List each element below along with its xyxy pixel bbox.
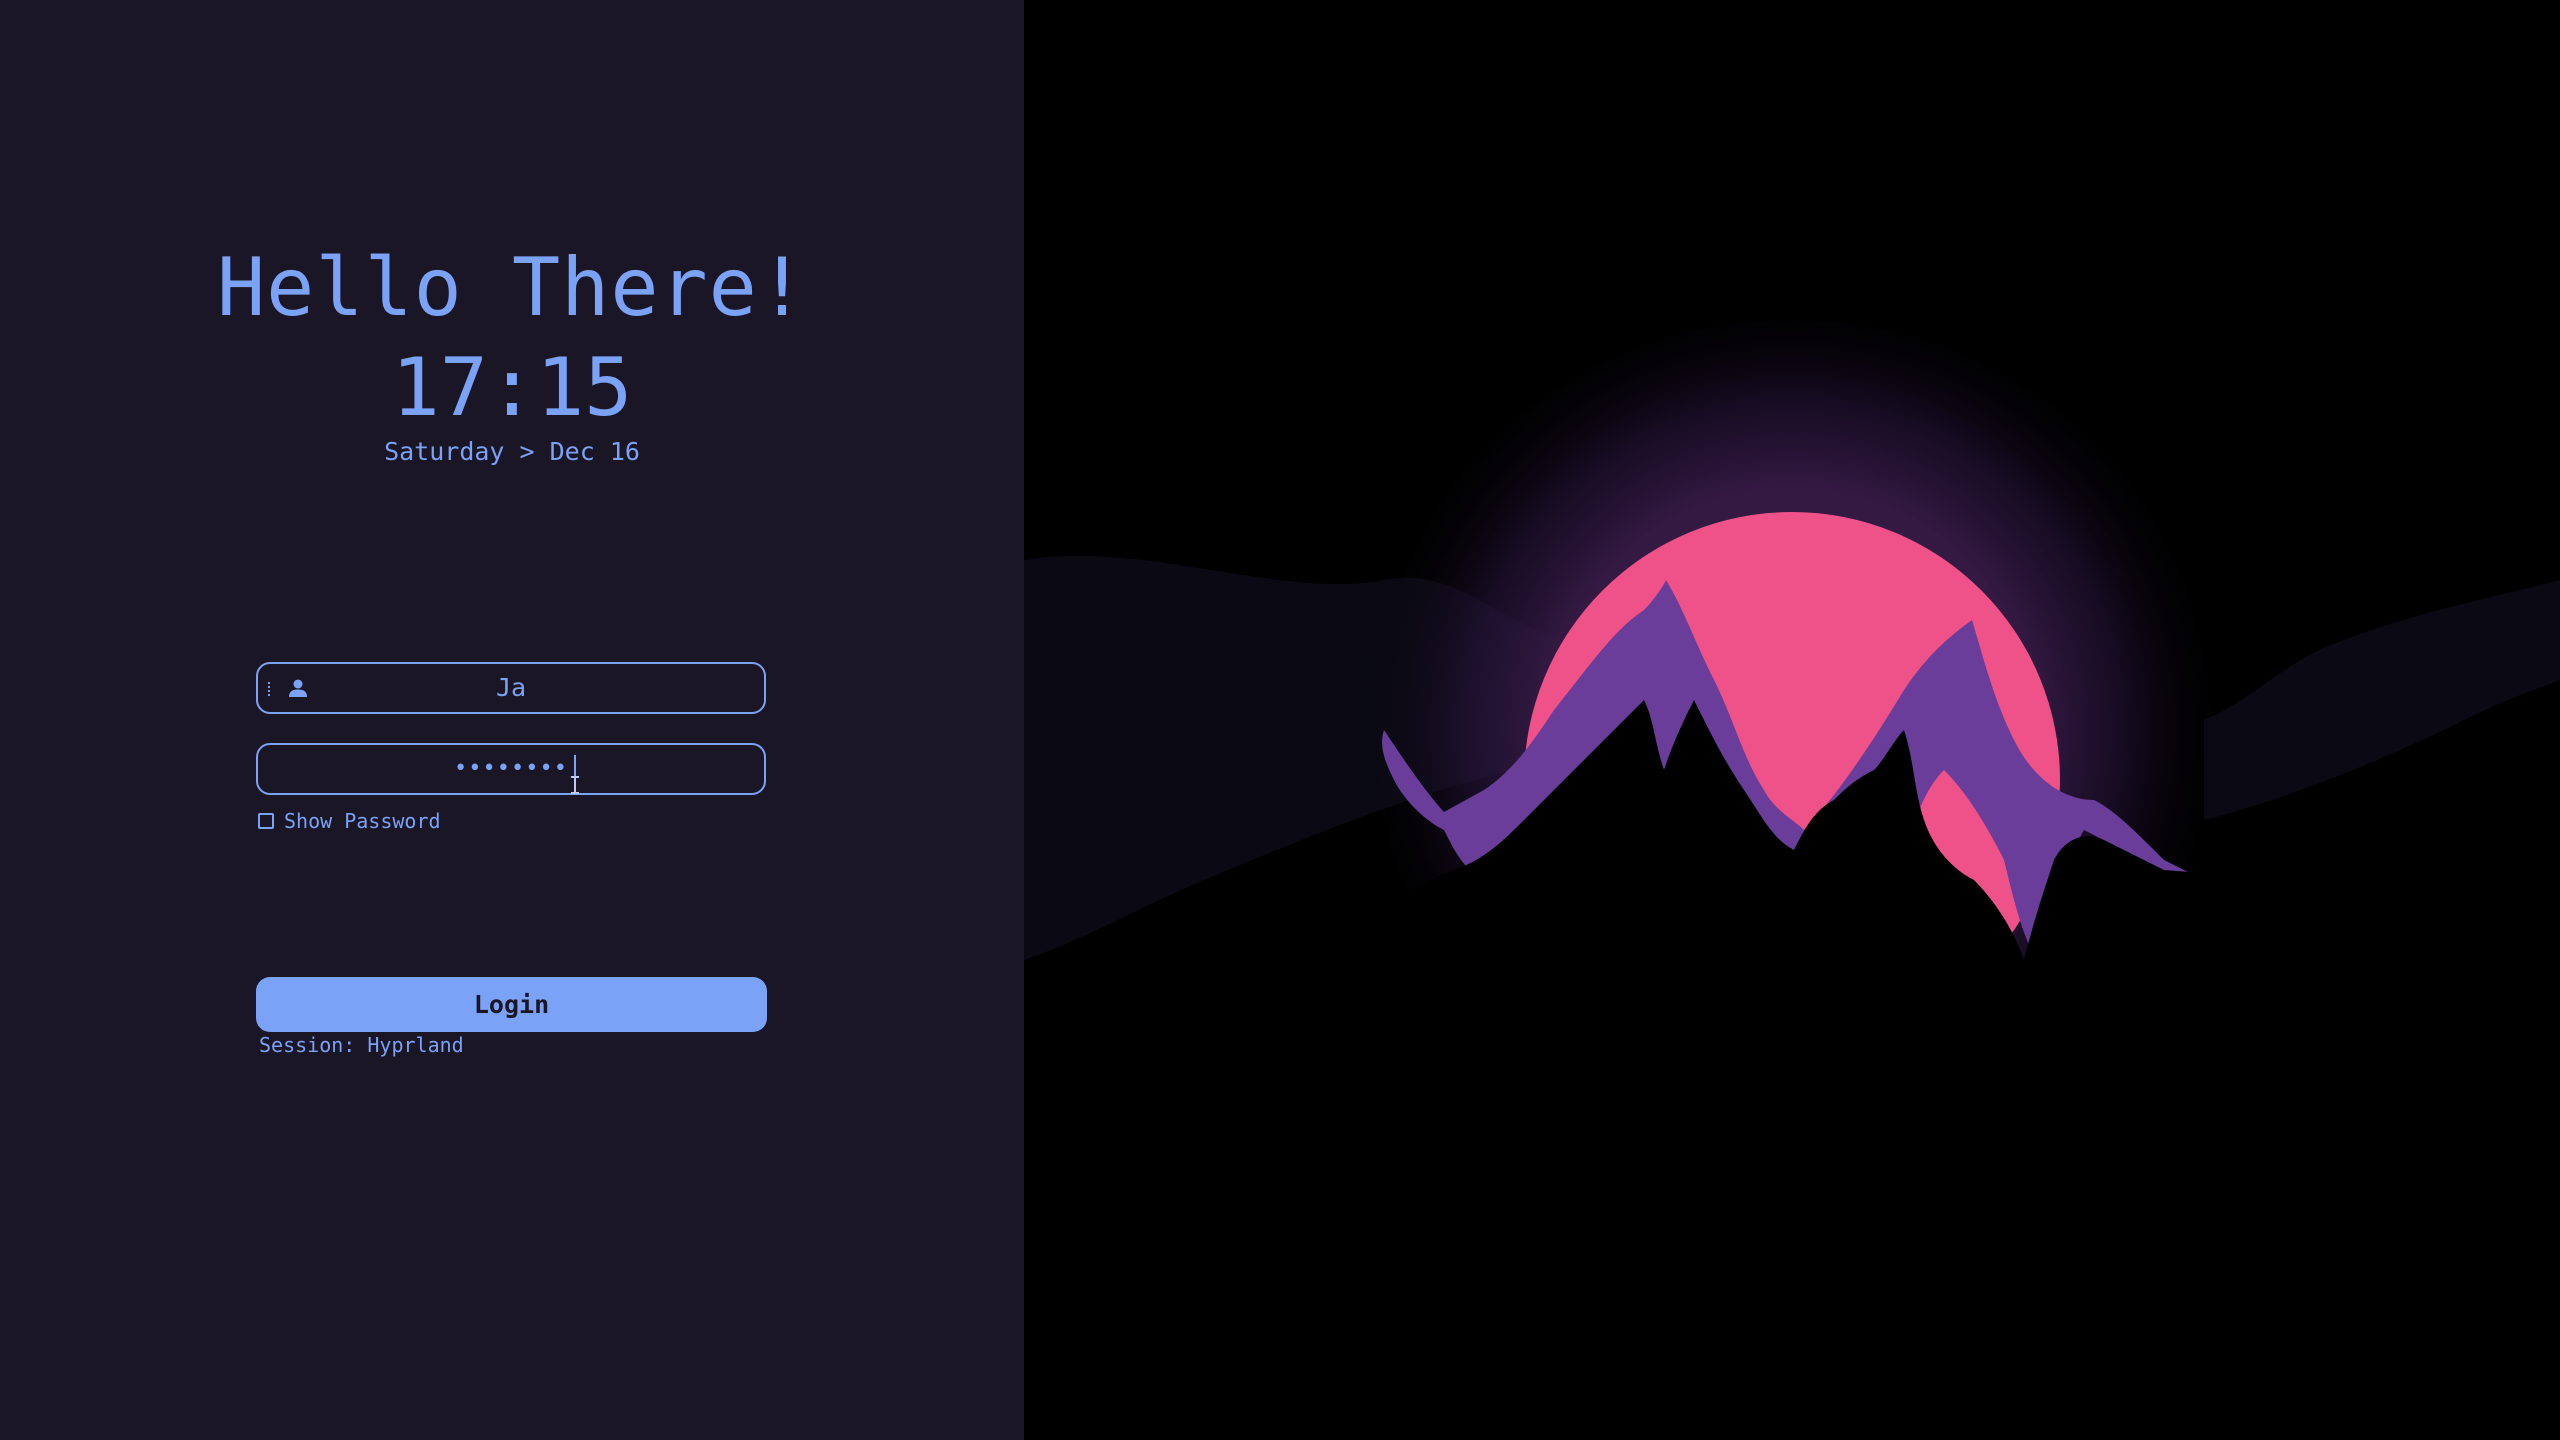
username-field[interactable]: Ja xyxy=(256,662,766,714)
show-password-checkbox[interactable] xyxy=(258,813,274,829)
show-password-toggle[interactable]: Show Password xyxy=(258,808,441,834)
username-value: Ja xyxy=(495,673,527,702)
login-screen: Hello There! 17:15 Saturday > Dec 16 Ja … xyxy=(0,0,2560,1440)
login-panel: Hello There! 17:15 Saturday > Dec 16 Ja … xyxy=(0,0,1024,1440)
mouse-ibeam-cursor-icon xyxy=(571,776,579,794)
mountain-sunset-illustration xyxy=(1024,320,2560,1440)
login-button[interactable]: Login xyxy=(256,977,767,1032)
date-text: Saturday > Dec 16 xyxy=(384,437,640,466)
password-masked-value: •••••••• xyxy=(454,756,568,781)
session-selector[interactable]: Session: Hyprland xyxy=(259,1031,464,1059)
wallpaper xyxy=(1024,0,2560,1440)
password-field[interactable]: •••••••• xyxy=(256,743,766,795)
show-password-label: Show Password xyxy=(284,809,441,833)
greeting-text: Hello There! xyxy=(217,241,807,334)
clock: 17:15 xyxy=(391,341,633,434)
